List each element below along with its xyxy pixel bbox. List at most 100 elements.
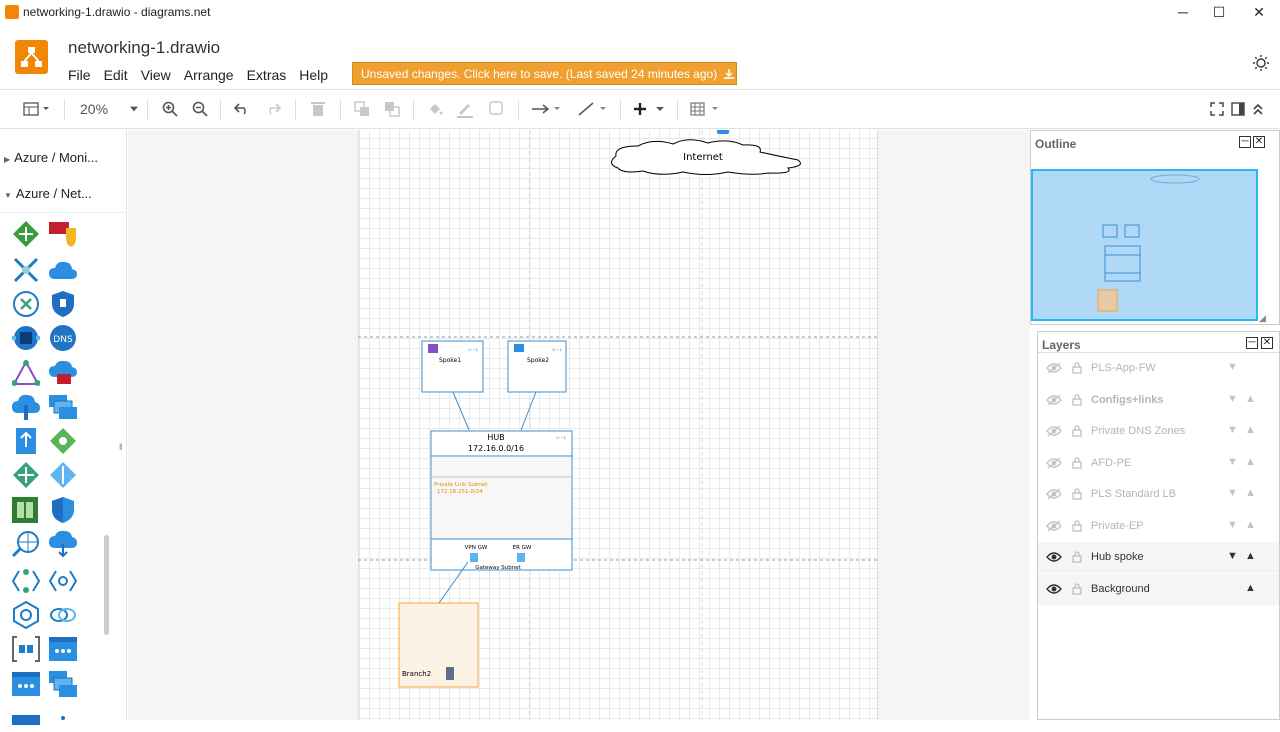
lock-icon[interactable] xyxy=(1072,519,1082,535)
spoke1-hub-link[interactable] xyxy=(452,391,470,431)
unsaved-changes-banner[interactable]: Unsaved changes. Click here to save. (La… xyxy=(352,62,737,85)
triangle-network-icon[interactable] xyxy=(11,359,41,387)
category-azure-networking[interactable]: ▼ Azure / Net... xyxy=(4,186,92,201)
globe-search-icon[interactable] xyxy=(11,530,41,558)
move-layer-up-icon[interactable]: ▲ xyxy=(1245,519,1256,531)
route-table-icon[interactable] xyxy=(11,220,41,248)
layer-row[interactable]: Configs+links ▼ ▲ xyxy=(1038,385,1279,416)
move-layer-up-icon[interactable]: ▲ xyxy=(1245,487,1256,499)
security-shield-icon[interactable] xyxy=(48,290,78,318)
spoke2-hub-link[interactable] xyxy=(520,391,537,431)
internet-cloud[interactable]: Internet xyxy=(611,139,801,175)
menu-file[interactable]: File xyxy=(68,67,91,83)
layers-close-button[interactable]: ✕ xyxy=(1261,337,1273,349)
application-gateway-icon[interactable] xyxy=(48,635,78,663)
eye-slash-icon[interactable] xyxy=(1046,519,1062,535)
lock-icon[interactable] xyxy=(1072,551,1082,566)
move-layer-down-icon[interactable]: ▼ xyxy=(1227,424,1238,436)
menu-edit[interactable]: Edit xyxy=(104,67,128,83)
sidebar-scrollbar[interactable] xyxy=(104,535,109,635)
storage-upload-icon[interactable] xyxy=(11,427,41,455)
menu-view[interactable]: View xyxy=(141,67,171,83)
move-layer-down-icon[interactable]: ▼ xyxy=(1227,361,1238,373)
maximize-button[interactable]: ☐ xyxy=(1199,0,1239,24)
lock-icon[interactable] xyxy=(1072,582,1082,598)
eye-slash-icon[interactable] xyxy=(1046,362,1062,377)
load-balancer-icon[interactable] xyxy=(11,256,41,284)
sidebar-resize-handle[interactable]: ‖ xyxy=(119,442,123,452)
table-button[interactable] xyxy=(689,98,723,120)
menu-extras[interactable]: Extras xyxy=(247,67,287,83)
outline-viewport[interactable] xyxy=(1031,169,1258,321)
layers-minimize-button[interactable]: ─ xyxy=(1246,337,1258,349)
category-azure-monitor[interactable]: ▶ Azure / Moni... xyxy=(4,150,98,165)
theme-sun-icon[interactable] xyxy=(1252,54,1270,72)
outline-minimize-button[interactable]: ─ xyxy=(1239,136,1251,148)
eye-slash-icon[interactable] xyxy=(1046,456,1062,472)
virtual-wan-icon[interactable] xyxy=(11,290,41,318)
connection-style-button[interactable] xyxy=(530,98,564,120)
outline-close-button[interactable]: ✕ xyxy=(1253,136,1265,148)
link-chain-icon[interactable] xyxy=(48,601,78,629)
insert-button[interactable] xyxy=(632,98,668,120)
network-watcher-icon[interactable] xyxy=(11,324,41,352)
zoom-dropdown[interactable]: 20% xyxy=(74,98,138,120)
eye-slash-icon[interactable] xyxy=(1046,425,1062,440)
cloud-upload-icon[interactable] xyxy=(11,393,41,421)
document-title[interactable]: networking-1.drawio xyxy=(68,38,220,58)
zoom-out-button[interactable] xyxy=(190,98,210,120)
undo-button[interactable] xyxy=(232,98,252,120)
layer-row[interactable]: PLS Standard LB ▼ ▲ xyxy=(1038,479,1279,510)
zoom-in-button[interactable] xyxy=(160,98,180,120)
move-layer-down-icon[interactable]: ▼ xyxy=(1227,550,1238,562)
fill-color-button[interactable] xyxy=(425,98,445,120)
layer-row[interactable]: Background ▲ xyxy=(1038,573,1279,605)
line-color-button[interactable] xyxy=(455,98,475,120)
stacked-windows-icon[interactable] xyxy=(48,670,78,698)
firewall-shield-icon[interactable] xyxy=(48,220,78,248)
private-link-icon[interactable] xyxy=(48,567,78,595)
partial-node-icon[interactable] xyxy=(48,704,78,732)
to-back-button[interactable] xyxy=(382,98,402,120)
dns-icon[interactable]: DNS xyxy=(48,324,78,352)
layer-row[interactable]: Private DNS Zones ▼ ▲ xyxy=(1038,416,1279,447)
move-layer-up-icon[interactable]: ▲ xyxy=(1245,456,1256,468)
waypoints-button[interactable] xyxy=(576,98,610,120)
cloud-firewall-icon[interactable] xyxy=(48,359,78,387)
layer-row[interactable]: Hub spoke ▼ ▲ xyxy=(1038,542,1279,573)
close-button[interactable]: ✕ xyxy=(1239,0,1279,24)
spoke1-box[interactable]: ‹··› Spoke1 xyxy=(421,340,484,393)
eye-slash-icon[interactable] xyxy=(1046,488,1062,503)
shadow-button[interactable] xyxy=(487,98,507,120)
gateway-icon[interactable] xyxy=(11,670,41,698)
lock-icon[interactable] xyxy=(1072,362,1082,377)
move-layer-down-icon[interactable]: ▼ xyxy=(1227,487,1238,499)
redo-button[interactable] xyxy=(263,98,283,120)
lock-icon[interactable] xyxy=(1072,456,1082,472)
panel-toggle-button[interactable] xyxy=(20,98,54,120)
to-front-button[interactable] xyxy=(352,98,372,120)
nat-gateway-icon[interactable] xyxy=(11,496,41,524)
lock-icon[interactable] xyxy=(1072,488,1082,503)
virtual-machines-icon[interactable] xyxy=(48,393,78,421)
frontdoor-icon[interactable] xyxy=(48,461,78,489)
move-layer-up-icon[interactable]: ▲ xyxy=(1245,393,1256,405)
layer-row[interactable]: PLS-App-FW ▼ xyxy=(1038,353,1279,384)
lock-icon[interactable] xyxy=(1072,425,1082,440)
branch2-box[interactable]: Branch2 xyxy=(398,602,479,688)
ddos-shield-icon[interactable] xyxy=(48,496,78,524)
eye-slash-icon[interactable] xyxy=(1046,393,1062,409)
fullscreen-button[interactable] xyxy=(1208,98,1226,120)
move-layer-up-icon[interactable]: ▲ xyxy=(1245,582,1256,594)
menu-arrange[interactable]: Arrange xyxy=(184,67,234,83)
spoke2-box[interactable]: ‹··› Spoke2 xyxy=(507,340,567,393)
brackets-icon[interactable] xyxy=(11,635,41,663)
route-filter-icon[interactable] xyxy=(48,427,78,455)
eye-icon[interactable] xyxy=(1046,551,1062,566)
diagram-canvas[interactable]: Internet ‹··› Spoke1 ‹··› Spoke2 ‹··› HU… xyxy=(128,130,1030,720)
move-layer-up-icon[interactable]: ▲ xyxy=(1245,550,1256,562)
collapse-toolbar-button[interactable] xyxy=(1249,98,1267,120)
layer-row[interactable]: Private-EP ▼ ▲ xyxy=(1038,511,1279,542)
move-layer-up-icon[interactable]: ▲ xyxy=(1245,424,1256,436)
move-layer-down-icon[interactable]: ▼ xyxy=(1227,519,1238,531)
